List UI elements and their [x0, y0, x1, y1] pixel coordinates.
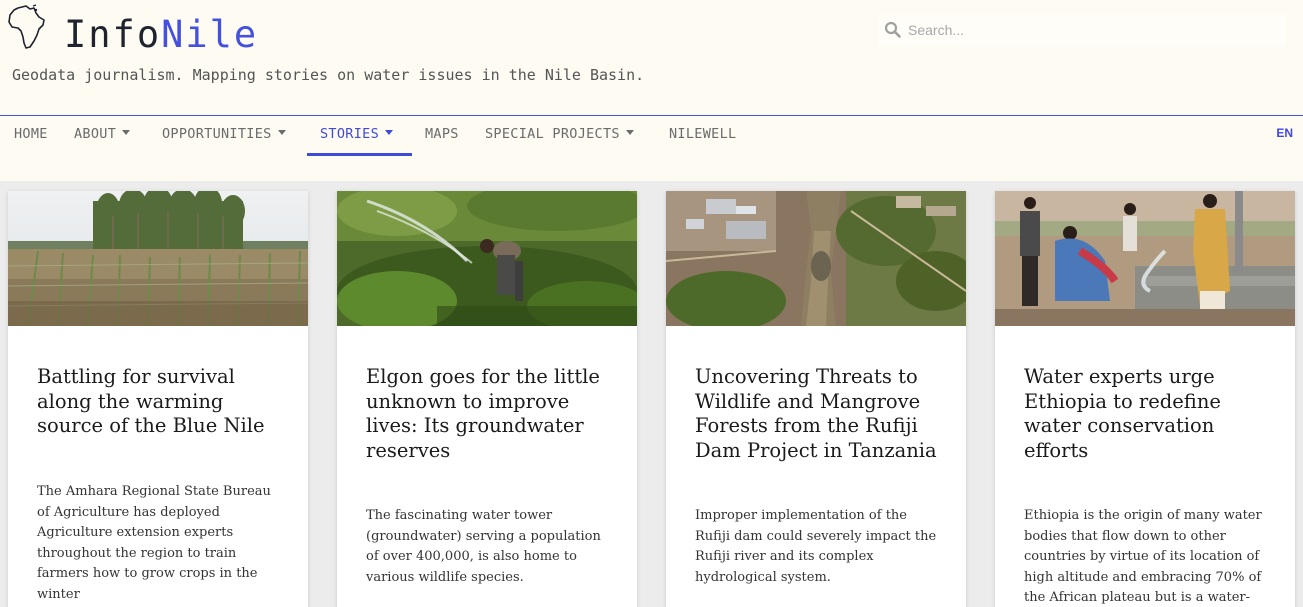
logo-text-nile: Nile	[161, 13, 259, 56]
nav-item-nilewell[interactable]: NILEWELL	[669, 116, 736, 156]
nav-item-stories[interactable]: STORIES	[320, 116, 393, 156]
story-image[interactable]	[8, 191, 308, 326]
active-nav-indicator	[307, 153, 412, 156]
nav-item-about[interactable]: ABOUT	[74, 116, 131, 156]
nav-item-label: MAPS	[425, 126, 459, 142]
nav-item-label: OPPORTUNITIES	[162, 126, 272, 142]
site-header: InfoNile Geodata journalism. Mapping sto…	[0, 0, 1303, 116]
story-title[interactable]: Elgon goes for the little unknown to imp…	[366, 365, 616, 463]
story-excerpt: Improper implementation of the Rufiji da…	[695, 508, 937, 585]
story-image[interactable]	[995, 191, 1295, 326]
nav-item-label: HOME	[14, 126, 48, 142]
story-title[interactable]: Uncovering Threats to Wildlife and Mangr…	[695, 365, 945, 463]
nav-item-special-projects[interactable]: SPECIAL PROJECTS	[485, 116, 634, 156]
site-logo[interactable]: InfoNile	[64, 12, 258, 58]
caret-down-icon	[385, 129, 393, 135]
nav-item-home[interactable]: HOME	[14, 116, 48, 156]
site-tagline: Geodata journalism. Mapping stories on w…	[12, 66, 645, 84]
search-input[interactable]	[908, 14, 1278, 46]
nav-item-opportunities[interactable]: OPPORTUNITIES	[162, 116, 286, 156]
logo-text-info: Info	[64, 13, 162, 56]
story-title[interactable]: Water experts urge Ethiopia to redefine …	[1024, 365, 1274, 463]
africa-map-logo-icon[interactable]	[6, 4, 46, 50]
nav-item-label: SPECIAL PROJECTS	[485, 126, 620, 142]
language-switcher[interactable]: EN	[1276, 126, 1293, 140]
story-excerpt: The Amhara Regional State Bureau of Agri…	[37, 484, 271, 602]
nav-item-label: STORIES	[320, 126, 379, 142]
nav-item-label: NILEWELL	[669, 126, 737, 142]
caret-down-icon	[625, 129, 634, 135]
nav-item-label: ABOUT	[74, 126, 117, 142]
story-image[interactable]	[337, 191, 637, 326]
story-card[interactable]: Water experts urge Ethiopia to redefine …	[995, 191, 1295, 607]
story-card[interactable]: Uncovering Threats to Wildlife and Mangr…	[666, 191, 966, 607]
story-image[interactable]	[666, 191, 966, 326]
story-excerpt: The fascinating water tower (groundwater…	[366, 508, 601, 585]
nav-item-maps[interactable]: MAPS	[425, 116, 459, 156]
search-icon[interactable]	[884, 21, 902, 39]
story-card[interactable]: Battling for survival along the warming …	[8, 191, 308, 607]
caret-down-icon	[122, 129, 131, 135]
story-excerpt: Ethiopia is the origin of many water bod…	[1024, 508, 1262, 605]
story-title[interactable]: Battling for survival along the warming …	[37, 365, 287, 439]
story-card[interactable]: Elgon goes for the little unknown to imp…	[337, 191, 637, 607]
caret-down-icon	[277, 129, 286, 135]
search-box	[878, 14, 1286, 46]
main-navigation: HOME ABOUT OPPORTUNITIES STORIES MAPS SP…	[0, 115, 1303, 181]
